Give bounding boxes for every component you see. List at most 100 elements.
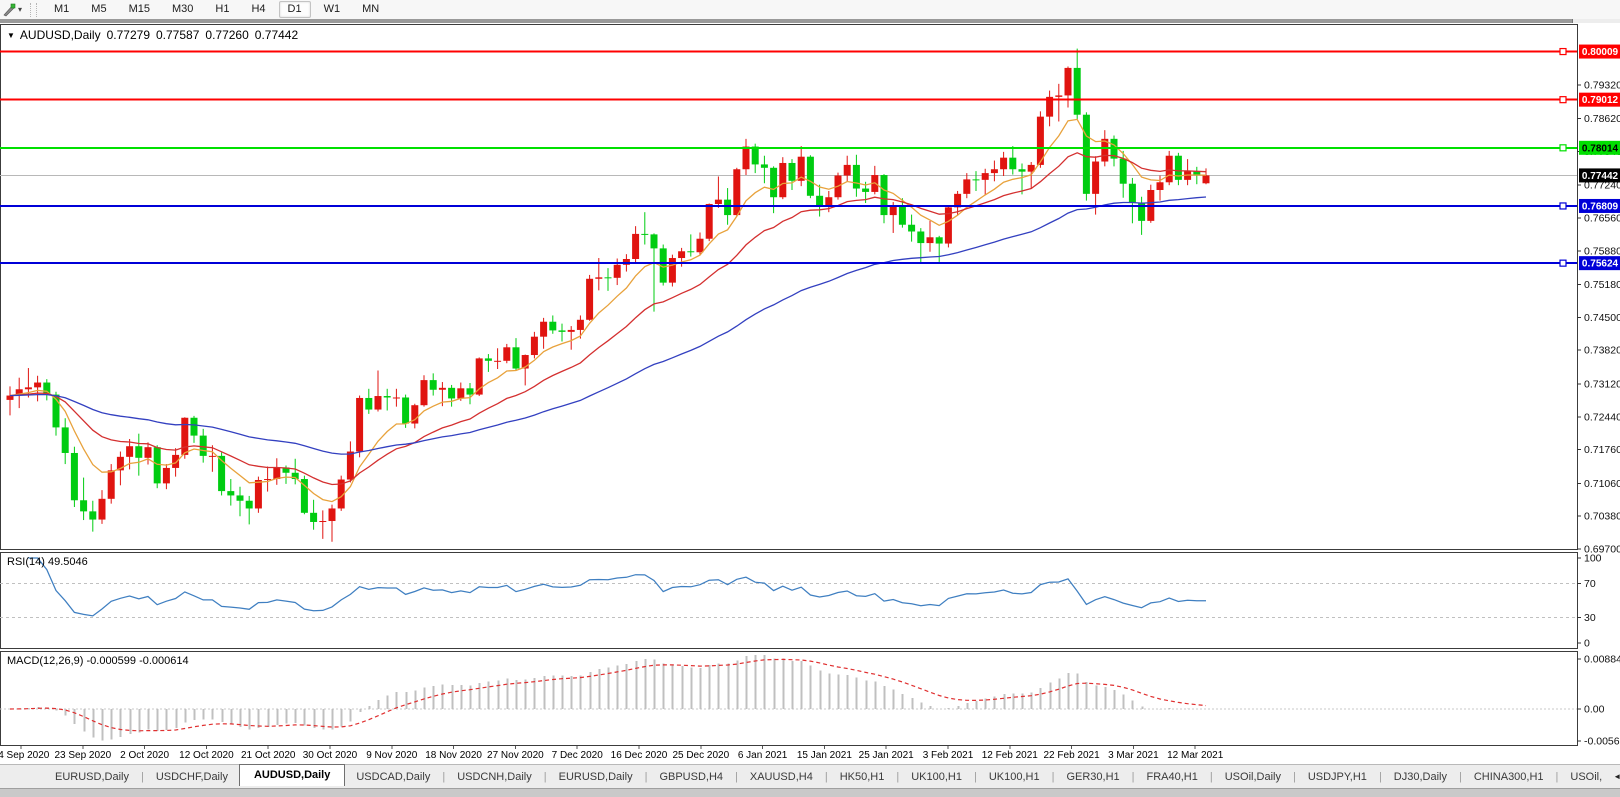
macd-values: -0.000599 -0.000614 bbox=[86, 655, 188, 667]
candle-body bbox=[89, 511, 96, 519]
candle-body bbox=[181, 418, 188, 455]
candle-body bbox=[191, 418, 198, 436]
candle-body bbox=[936, 237, 943, 243]
candle-body bbox=[549, 322, 556, 331]
tab-EURUSD-Daily[interactable]: EURUSD,Daily bbox=[548, 768, 644, 786]
tab-XAUUSD-H4[interactable]: XAUUSD,H4 bbox=[739, 768, 824, 786]
axis-tick-label: 0.71760 bbox=[1584, 444, 1620, 456]
axis-tick-label: 0.73820 bbox=[1584, 345, 1620, 357]
rsi-indicator-label: RSI(14) 49.5046 bbox=[7, 556, 88, 568]
candle-body bbox=[614, 265, 621, 278]
candle-body bbox=[237, 495, 244, 500]
time-tick-label: 14 Sep 2020 bbox=[0, 750, 50, 761]
current-price-tag-text: 0.77442 bbox=[1582, 171, 1619, 182]
timeframe-button-M5[interactable]: M5 bbox=[82, 1, 115, 18]
hline-handle[interactable] bbox=[1560, 97, 1566, 103]
time-tick-label: 25 Jan 2021 bbox=[859, 750, 914, 761]
candle-body bbox=[356, 398, 363, 452]
tab-DJ30-Daily[interactable]: DJ30,Daily bbox=[1383, 768, 1458, 786]
candle-body bbox=[246, 501, 253, 509]
candle-body bbox=[1055, 95, 1062, 96]
chart-canvas[interactable]: 0.793200.786200.779400.772400.765600.758… bbox=[0, 0, 1620, 796]
time-tick-label: 9 Nov 2020 bbox=[366, 750, 418, 761]
time-tick-label: 2 Oct 2020 bbox=[120, 750, 169, 761]
tab-scroll-left-icon[interactable]: ◄ bbox=[1613, 772, 1620, 781]
price-tag-0.76809-text: 0.76809 bbox=[1582, 201, 1619, 212]
candle-body bbox=[1074, 68, 1081, 115]
rsi-panel bbox=[1, 553, 1578, 649]
timeframe-button-H1[interactable]: H1 bbox=[206, 1, 238, 18]
tab-USDCAD-Daily[interactable]: USDCAD,Daily bbox=[345, 768, 441, 786]
time-tick-label: 15 Jan 2021 bbox=[797, 750, 852, 761]
candle-body bbox=[1120, 159, 1127, 184]
rsi-axis-label: 0 bbox=[1584, 638, 1590, 650]
candle-body bbox=[513, 347, 520, 368]
candle-body bbox=[200, 436, 207, 456]
hline-handle[interactable] bbox=[1560, 145, 1566, 151]
timeframe-button-M15[interactable]: M15 bbox=[120, 1, 159, 18]
scrollbar-thumb[interactable] bbox=[0, 19, 1573, 23]
candle-body bbox=[34, 383, 41, 388]
macd-axis-label: 0.00884 bbox=[1584, 654, 1620, 666]
chart-horizontal-scrollbar[interactable] bbox=[0, 19, 1620, 23]
tab-USDCNH-Daily[interactable]: USDCNH,Daily bbox=[446, 768, 543, 786]
tab-USOil-Daily[interactable]: USOil,Daily bbox=[1214, 768, 1292, 786]
axis-tick-label: 0.74500 bbox=[1584, 312, 1620, 324]
price-tag-0.80009-text: 0.80009 bbox=[1582, 47, 1619, 58]
time-tick-label: 22 Feb 2021 bbox=[1044, 750, 1101, 761]
tab-GER30-H1[interactable]: GER30,H1 bbox=[1055, 768, 1130, 786]
toolbar: ▾ M1M5 M15M30H1H4 D1W1MN bbox=[0, 0, 1620, 19]
candle-body bbox=[25, 387, 32, 389]
tab-USOil-[interactable]: USOil, bbox=[1559, 768, 1613, 786]
candle-body bbox=[71, 453, 78, 500]
price-tag-0.79012-text: 0.79012 bbox=[1582, 95, 1619, 106]
chart-tab-bar: EURUSD,Daily|USDCHF,DailyAUDUSD,DailyUSD… bbox=[0, 764, 1620, 788]
hline-handle[interactable] bbox=[1560, 49, 1566, 55]
tab-AUDUSD-Daily[interactable]: AUDUSD,Daily bbox=[239, 764, 345, 786]
tab-USDJPY-H1[interactable]: USDJPY,H1 bbox=[1297, 768, 1378, 786]
timeframe-button-MN[interactable]: MN bbox=[353, 1, 388, 18]
toolbar-grip[interactable] bbox=[30, 3, 37, 17]
tab-FRA40-H1[interactable]: FRA40,H1 bbox=[1136, 768, 1209, 786]
candle-body bbox=[963, 179, 970, 193]
hline-handle[interactable] bbox=[1560, 203, 1566, 209]
time-tick-label: 12 Feb 2021 bbox=[982, 750, 1039, 761]
candle-body bbox=[789, 163, 796, 181]
tab-UK100-H1[interactable]: UK100,H1 bbox=[978, 768, 1051, 786]
candle-body bbox=[577, 320, 584, 330]
candle-body bbox=[384, 396, 391, 397]
candle-body bbox=[752, 147, 759, 165]
tab-UK100-H1[interactable]: UK100,H1 bbox=[900, 768, 973, 786]
tab-EURUSD-Daily[interactable]: EURUSD,Daily bbox=[44, 768, 140, 786]
candle-body bbox=[706, 204, 713, 239]
tabs-container: EURUSD,Daily|USDCHF,DailyAUDUSD,DailyUSD… bbox=[44, 768, 1613, 786]
tab-GBPUSD-H4[interactable]: GBPUSD,H4 bbox=[648, 768, 734, 786]
timeframe-button-H4[interactable]: H4 bbox=[242, 1, 274, 18]
drawing-tool-icon bbox=[2, 3, 16, 17]
timeframe-button-W1[interactable]: W1 bbox=[315, 1, 350, 18]
hline-handle[interactable] bbox=[1560, 260, 1566, 266]
rsi-value: 49.5046 bbox=[48, 556, 88, 568]
ohlc-close: 0.77442 bbox=[255, 28, 298, 42]
time-tick-label: 12 Mar 2021 bbox=[1167, 750, 1224, 761]
chart-menu-icon[interactable]: ▼ bbox=[7, 31, 15, 40]
candle-body bbox=[135, 446, 142, 458]
tab-HK50-H1[interactable]: HK50,H1 bbox=[829, 768, 896, 786]
tab-CHINA300-H1[interactable]: CHINA300,H1 bbox=[1463, 768, 1555, 786]
tab-USDCHF-Daily[interactable]: USDCHF,Daily bbox=[145, 768, 239, 786]
timeframe-button-M1[interactable]: M1 bbox=[45, 1, 78, 18]
time-tick-label: 21 Oct 2020 bbox=[241, 750, 296, 761]
candle-body bbox=[743, 147, 750, 170]
candle-body bbox=[669, 258, 676, 283]
timeframe-button-D1[interactable]: D1 bbox=[279, 1, 311, 18]
symbol-label: AUDUSD,Daily bbox=[20, 28, 101, 42]
candle-body bbox=[1083, 115, 1090, 194]
axis-tick-label: 0.79320 bbox=[1584, 79, 1620, 91]
timeframe-button-M30[interactable]: M30 bbox=[163, 1, 202, 18]
candle-body bbox=[393, 397, 400, 398]
drawing-tool-button[interactable]: ▾ bbox=[0, 1, 26, 18]
time-tick-label: 7 Dec 2020 bbox=[552, 750, 604, 761]
axis-tick-label: 0.72440 bbox=[1584, 411, 1620, 423]
candle-body bbox=[779, 163, 786, 197]
candle-body bbox=[365, 398, 372, 410]
